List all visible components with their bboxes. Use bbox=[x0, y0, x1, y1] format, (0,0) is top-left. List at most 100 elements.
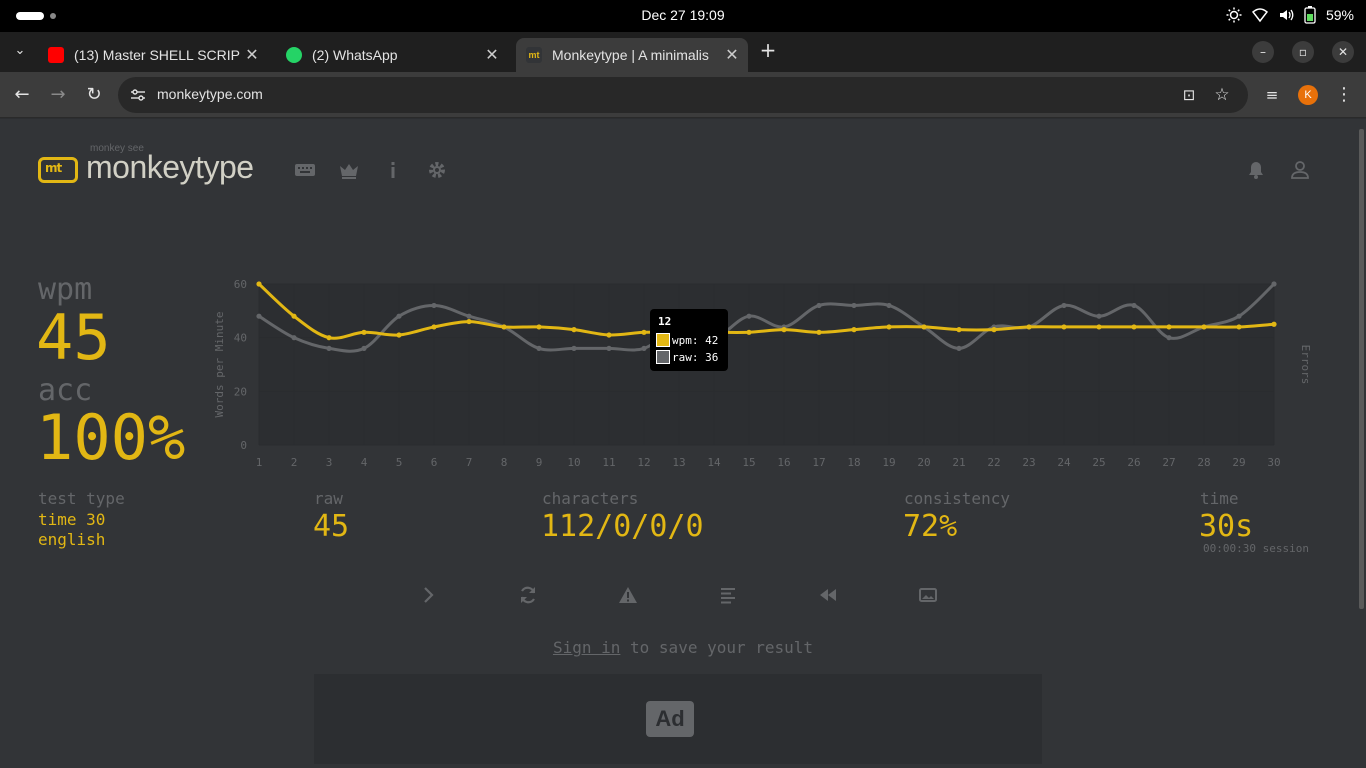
chart-tooltip: 12 wpm: 42 raw: 36 bbox=[650, 309, 728, 371]
close-icon[interactable]: ✕ bbox=[242, 45, 262, 65]
x-tick-label: 23 bbox=[1022, 456, 1035, 469]
keyboard-icon[interactable] bbox=[294, 159, 316, 181]
wpm-point bbox=[256, 281, 262, 287]
close-icon[interactable]: ✕ bbox=[482, 45, 502, 65]
clock[interactable]: Dec 27 19:09 bbox=[0, 7, 1366, 23]
word-history-icon[interactable] bbox=[718, 585, 738, 605]
x-tick-label: 7 bbox=[466, 456, 473, 469]
x-tick-label: 12 bbox=[637, 456, 650, 469]
new-tab-icon[interactable]: + bbox=[757, 39, 779, 61]
wpm-point bbox=[1061, 324, 1067, 330]
status-area[interactable]: 59% bbox=[1226, 6, 1354, 24]
reload-icon[interactable]: ↻ bbox=[83, 84, 105, 106]
bookmark-star-icon[interactable]: ☆ bbox=[1211, 84, 1233, 106]
raw-point bbox=[571, 345, 577, 351]
ad-banner[interactable]: Ad bbox=[314, 674, 1042, 764]
x-tick-label: 3 bbox=[326, 456, 333, 469]
wpm-point bbox=[1131, 324, 1137, 330]
x-tick-label: 9 bbox=[536, 456, 543, 469]
raw-point bbox=[1131, 302, 1137, 309]
characters-value[interactable]: 112/0/0/0 bbox=[541, 509, 704, 544]
replay-rewind-icon[interactable] bbox=[818, 585, 838, 605]
minimize-button[interactable]: – bbox=[1252, 41, 1274, 63]
wpm-point bbox=[1096, 324, 1102, 330]
tab-monkeytype[interactable]: mt Monkeytype | A minimalis ✕ bbox=[516, 38, 748, 72]
account-user-icon[interactable] bbox=[1289, 159, 1311, 181]
page-scrollbar[interactable] bbox=[1358, 125, 1366, 768]
scrollbar-thumb[interactable] bbox=[1359, 129, 1364, 609]
session-time: 00:00:30 session bbox=[1203, 542, 1309, 555]
y-tick-label: 20 bbox=[234, 385, 247, 398]
wpm-point bbox=[431, 324, 437, 330]
restart-test-icon[interactable] bbox=[518, 585, 538, 605]
x-tick-label: 30 bbox=[1267, 456, 1280, 469]
characters-label: characters bbox=[542, 489, 639, 508]
x-tick-label: 27 bbox=[1162, 456, 1175, 469]
wpm-value[interactable]: 45 bbox=[36, 301, 111, 374]
report-warning-icon[interactable] bbox=[618, 585, 638, 605]
consistency-label: consistency bbox=[904, 489, 1010, 508]
raw-value[interactable]: 45 bbox=[313, 509, 349, 544]
raw-point bbox=[606, 345, 612, 351]
wpm-point bbox=[991, 327, 997, 333]
system-top-bar: Dec 27 19:09 59% bbox=[0, 0, 1366, 32]
wpm-point bbox=[1236, 324, 1242, 330]
brightness-icon bbox=[1226, 7, 1242, 23]
raw-point bbox=[326, 345, 332, 351]
settings-gear-icon[interactable] bbox=[426, 159, 448, 181]
install-app-icon[interactable]: ⊡ bbox=[1178, 84, 1200, 106]
menu-kebab-icon[interactable]: ⋮ bbox=[1333, 84, 1355, 106]
about-info-icon[interactable] bbox=[382, 159, 404, 181]
tab-title: (13) Master SHELL SCRIP bbox=[74, 47, 240, 63]
tooltip-title: 12 bbox=[658, 315, 672, 328]
forward-icon[interactable]: → bbox=[47, 84, 69, 106]
signin-link[interactable]: Sign in bbox=[553, 638, 620, 657]
wpm-point bbox=[501, 324, 507, 330]
close-window-button[interactable]: ✕ bbox=[1332, 41, 1354, 63]
screenshot-image-icon[interactable] bbox=[918, 585, 938, 605]
raw-point bbox=[886, 302, 892, 309]
x-tick-label: 14 bbox=[707, 456, 721, 469]
x-tick-label: 29 bbox=[1232, 456, 1245, 469]
wpm-point bbox=[1026, 324, 1032, 330]
close-icon[interactable]: ✕ bbox=[722, 45, 742, 65]
raw-point bbox=[851, 302, 857, 309]
wpm-chart[interactable]: 02040601 2 3 4 5 6 7 8 9 10 11 12 13 14 15 16 17 18 19 20 21… bbox=[205, 264, 1330, 479]
volume-icon bbox=[1279, 9, 1294, 21]
x-tick-label: 25 bbox=[1092, 456, 1105, 469]
acc-value[interactable]: 100% bbox=[36, 401, 185, 474]
test-type-language: english bbox=[38, 530, 106, 549]
wpm-point bbox=[1201, 324, 1207, 330]
wpm-point bbox=[886, 324, 892, 330]
raw-point bbox=[816, 302, 822, 309]
leaderboard-crown-icon[interactable] bbox=[338, 159, 360, 181]
maximize-button[interactable]: ▫ bbox=[1292, 41, 1314, 63]
raw-point bbox=[1271, 281, 1277, 287]
consistency-value[interactable]: 72% bbox=[903, 509, 957, 544]
media-control-icon[interactable]: ≡ bbox=[1261, 84, 1283, 106]
site-info-icon[interactable] bbox=[130, 88, 146, 102]
tab-search-icon[interactable]: ⌄ bbox=[9, 40, 31, 62]
tab-whatsapp[interactable]: (2) WhatsApp ✕ bbox=[276, 38, 508, 72]
next-test-icon[interactable] bbox=[418, 585, 438, 605]
profile-avatar[interactable]: K bbox=[1298, 85, 1318, 105]
battery-percent: 59% bbox=[1325, 7, 1354, 23]
x-tick-label: 18 bbox=[847, 456, 860, 469]
x-tick-label: 11 bbox=[602, 456, 615, 469]
battery-icon bbox=[1304, 6, 1316, 24]
x-tick-label: 21 bbox=[952, 456, 965, 469]
wpm-swatch bbox=[656, 333, 670, 347]
back-icon[interactable]: ← bbox=[11, 84, 33, 106]
browser-toolbar: ← → ↻ monkeytype.com ⊡ ☆ ≡ K ⋮ bbox=[0, 72, 1366, 118]
url-text: monkeytype.com bbox=[157, 86, 263, 102]
wpm-point bbox=[956, 327, 962, 333]
tab-youtube[interactable]: (13) Master SHELL SCRIP ✕ bbox=[38, 38, 268, 72]
wpm-point bbox=[781, 327, 787, 333]
wpm-point bbox=[466, 318, 472, 325]
wpm-point bbox=[396, 332, 402, 338]
x-tick-label: 6 bbox=[431, 456, 438, 469]
time-value[interactable]: 30s bbox=[1199, 509, 1253, 544]
tab-strip: ⌄ (13) Master SHELL SCRIP ✕ (2) WhatsApp… bbox=[0, 32, 1366, 72]
notifications-bell-icon[interactable] bbox=[1245, 159, 1267, 181]
address-bar[interactable]: monkeytype.com ⊡ ☆ bbox=[118, 77, 1248, 113]
